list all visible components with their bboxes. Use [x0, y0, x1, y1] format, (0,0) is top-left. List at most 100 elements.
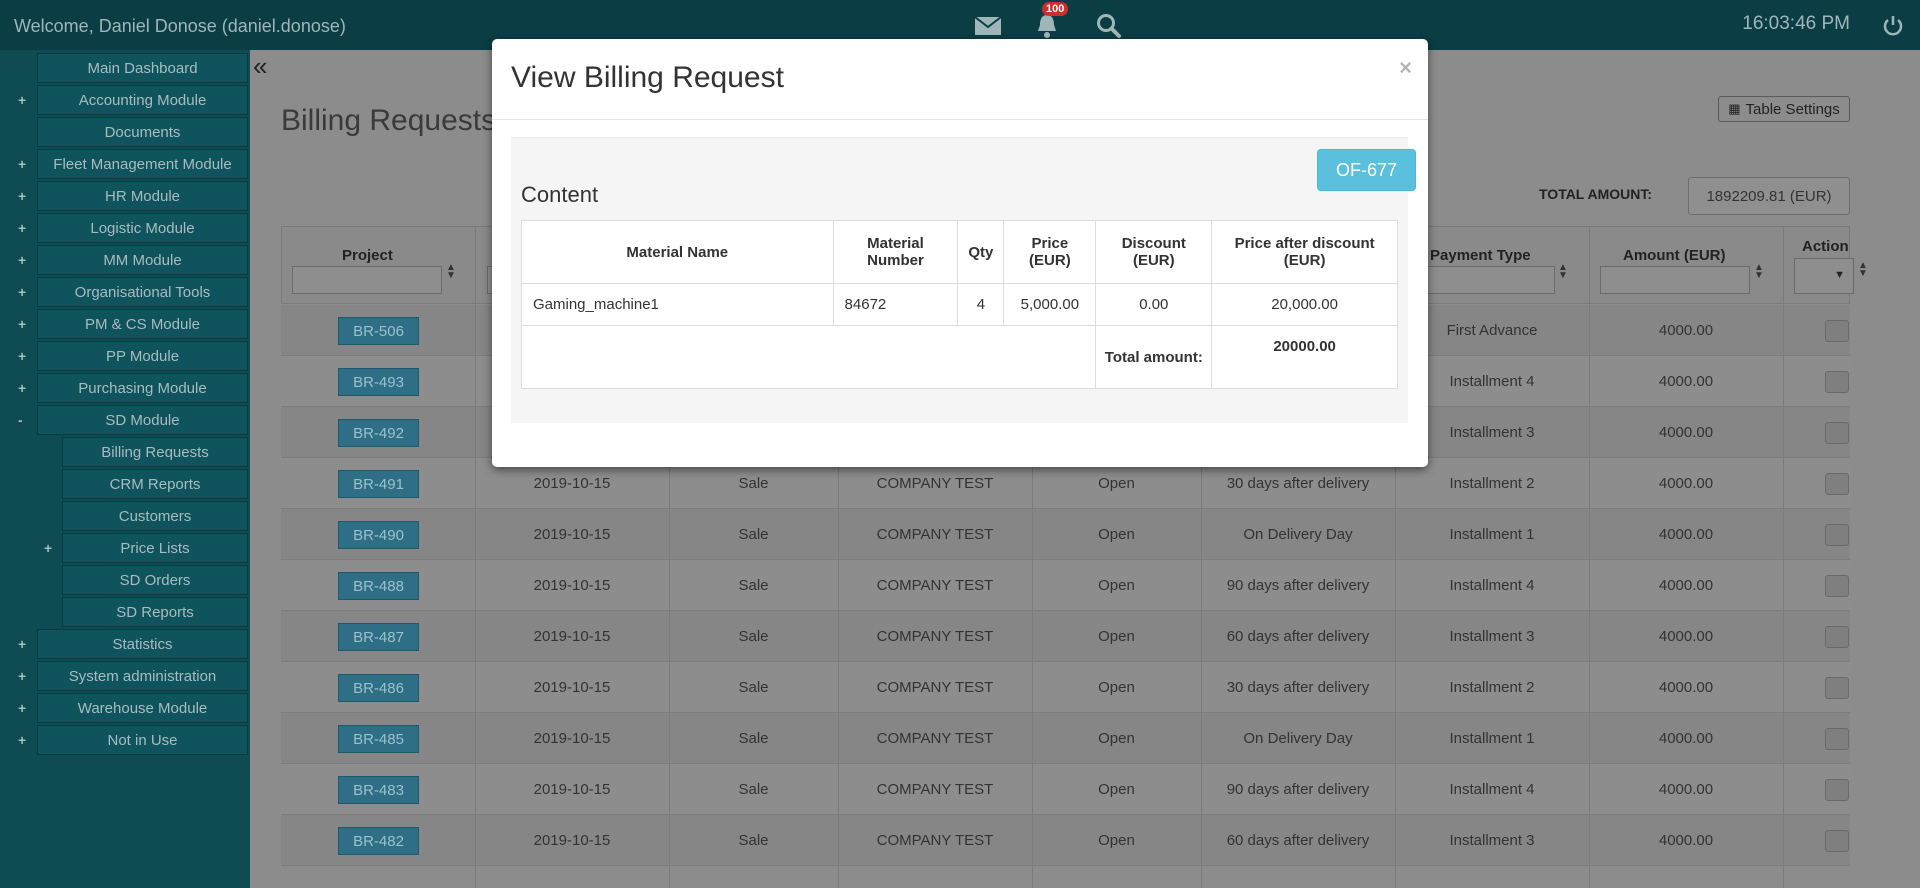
mail-icon[interactable]: [973, 12, 1003, 40]
sidebar-subitem-sd-orders[interactable]: SD Orders: [62, 565, 248, 595]
material-name-cell: Gaming_machine1: [521, 283, 834, 326]
action-select[interactable]: ▼: [1794, 258, 1854, 294]
project-filter-input[interactable]: [292, 266, 442, 294]
sort-icon[interactable]: ▲ ▼: [1754, 263, 1764, 281]
billing-request-link[interactable]: BR-482: [338, 827, 419, 855]
search-icon[interactable]: [1094, 12, 1124, 40]
sidebar-subitem-crm-reports[interactable]: CRM Reports: [62, 469, 248, 499]
row-checkbox[interactable]: [1825, 320, 1849, 342]
sort-icon[interactable]: ▲ ▼: [1558, 263, 1568, 281]
type-cell: Sale: [738, 679, 769, 696]
sidebar-item-hr-module[interactable]: HR Module: [37, 181, 248, 211]
sidebar-item-main-dashboard[interactable]: Main Dashboard: [37, 53, 248, 83]
row-checkbox[interactable]: [1825, 626, 1849, 648]
close-icon[interactable]: ×: [1399, 55, 1412, 81]
sidebar-subitem-customers[interactable]: Customers: [62, 501, 248, 531]
header-action: Action: [1802, 238, 1849, 255]
power-icon[interactable]: [1878, 12, 1908, 40]
sidebar-item-purchasing-module[interactable]: Purchasing Module: [37, 373, 248, 403]
amount-cell: 4000.00: [1658, 475, 1714, 492]
billing-request-link[interactable]: BR-492: [338, 419, 419, 447]
row-checkbox[interactable]: [1825, 779, 1849, 801]
sidebar-item-documents[interactable]: Documents: [37, 117, 248, 147]
expand-toggle-icon[interactable]: +: [18, 636, 26, 652]
header-amount[interactable]: Amount (EUR): [1623, 247, 1725, 264]
sidebar-item-fleet-management-module[interactable]: Fleet Management Module: [37, 149, 248, 179]
sidebar-item-mm-module[interactable]: MM Module: [37, 245, 248, 275]
row-checkbox[interactable]: [1825, 830, 1849, 852]
expand-toggle-icon[interactable]: +: [18, 156, 26, 172]
sidebar-item-system-administration[interactable]: System administration: [37, 661, 248, 691]
payment-cell: Installment 1: [1449, 730, 1535, 747]
expand-toggle-icon[interactable]: +: [18, 732, 26, 748]
row-checkbox[interactable]: [1825, 524, 1849, 546]
company-cell: COMPANY TEST: [876, 832, 994, 849]
expand-toggle-icon[interactable]: +: [18, 252, 26, 268]
row-checkbox[interactable]: [1825, 575, 1849, 597]
sidebar-item-sd-module[interactable]: SD Module: [37, 405, 248, 435]
amount-cell: 4000.00: [1658, 628, 1714, 645]
amount-cell: 4000.00: [1658, 322, 1714, 339]
collapse-toggle-icon[interactable]: -: [18, 412, 23, 428]
sidebar-item-statistics[interactable]: Statistics: [37, 629, 248, 659]
company-cell: COMPANY TEST: [876, 679, 994, 696]
expand-toggle-icon[interactable]: +: [18, 188, 26, 204]
reference-button[interactable]: OF-677: [1317, 149, 1416, 191]
content-title: Content: [521, 182, 599, 207]
sidebar-item-label: PM & CS Module: [84, 315, 201, 333]
sort-icon[interactable]: ▲ ▼: [1858, 261, 1868, 279]
total-row: Total amount: 20000.00: [520, 325, 1398, 389]
header-payment-type[interactable]: Payment Type: [1430, 247, 1531, 264]
expand-toggle-icon[interactable]: +: [18, 220, 26, 236]
billing-request-link[interactable]: BR-483: [338, 776, 419, 804]
billing-request-link[interactable]: BR-490: [338, 521, 419, 549]
sidebar-item-organisational-tools[interactable]: Organisational Tools: [37, 277, 248, 307]
bell-icon[interactable]: [1032, 12, 1062, 40]
expand-toggle-icon[interactable]: +: [18, 92, 26, 108]
billing-request-link[interactable]: BR-486: [338, 674, 419, 702]
expand-toggle-icon[interactable]: +: [18, 668, 26, 684]
billing-request-link[interactable]: BR-485: [338, 725, 419, 753]
sidebar-subitem-billing-requests[interactable]: Billing Requests: [62, 437, 248, 467]
table-settings-button[interactable]: ▦ Table Settings: [1718, 96, 1850, 122]
sidebar-item-warehouse-module[interactable]: Warehouse Module: [37, 693, 248, 723]
billing-request-link[interactable]: BR-506: [338, 317, 419, 345]
sidebar-item-not-in-use[interactable]: Not in Use: [37, 725, 248, 755]
sidebar-subitem-sd-reports[interactable]: SD Reports: [62, 597, 248, 627]
row-checkbox[interactable]: [1825, 728, 1849, 750]
sidebar-item-label: Organisational Tools: [74, 283, 211, 301]
header-project[interactable]: Project: [342, 247, 393, 264]
row-checkbox[interactable]: [1825, 473, 1849, 495]
sidebar-item-accounting-module[interactable]: Accounting Module: [37, 85, 248, 115]
total-value-cell: 20000.00: [1211, 325, 1398, 389]
table-row: BR-487 2019-10-15 Sale COMPANY TEST Open 60 d…: [281, 611, 1850, 662]
row-checkbox[interactable]: [1825, 677, 1849, 699]
sidebar-item-logistic-module[interactable]: Logistic Module: [37, 213, 248, 243]
type-cell: Sale: [738, 577, 769, 594]
billing-request-link[interactable]: BR-493: [338, 368, 419, 396]
expand-toggle-icon[interactable]: +: [44, 540, 52, 556]
expand-toggle-icon[interactable]: +: [18, 316, 26, 332]
company-cell: COMPANY TEST: [876, 781, 994, 798]
sidebar-item-pm-cs-module[interactable]: PM & CS Module: [37, 309, 248, 339]
billing-request-link[interactable]: BR-488: [338, 572, 419, 600]
sidebar-item-label: System administration: [68, 667, 217, 685]
collapse-sidebar-icon[interactable]: «: [253, 51, 267, 82]
billing-request-link[interactable]: BR-487: [338, 623, 419, 651]
terms-cell: 90 days after delivery: [1226, 781, 1370, 798]
expand-toggle-icon[interactable]: +: [18, 284, 26, 300]
payment-type-filter-input[interactable]: [1427, 266, 1555, 294]
expand-toggle-icon[interactable]: +: [18, 380, 26, 396]
amount-filter-input[interactable]: [1600, 266, 1750, 294]
row-checkbox[interactable]: [1825, 422, 1849, 444]
sidebar-item-label: Not in Use: [107, 731, 178, 749]
date-cell: 2019-10-15: [533, 781, 611, 798]
expand-toggle-icon[interactable]: +: [18, 700, 26, 716]
billing-request-link[interactable]: BR-491: [338, 470, 419, 498]
row-checkbox[interactable]: [1825, 371, 1849, 393]
payment-cell: Installment 4: [1449, 577, 1535, 594]
sidebar-item-pp-module[interactable]: PP Module: [37, 341, 248, 371]
sidebar-subitem-price-lists[interactable]: Price Lists: [62, 533, 248, 563]
expand-toggle-icon[interactable]: +: [18, 348, 26, 364]
sort-icon[interactable]: ▲ ▼: [446, 263, 456, 281]
